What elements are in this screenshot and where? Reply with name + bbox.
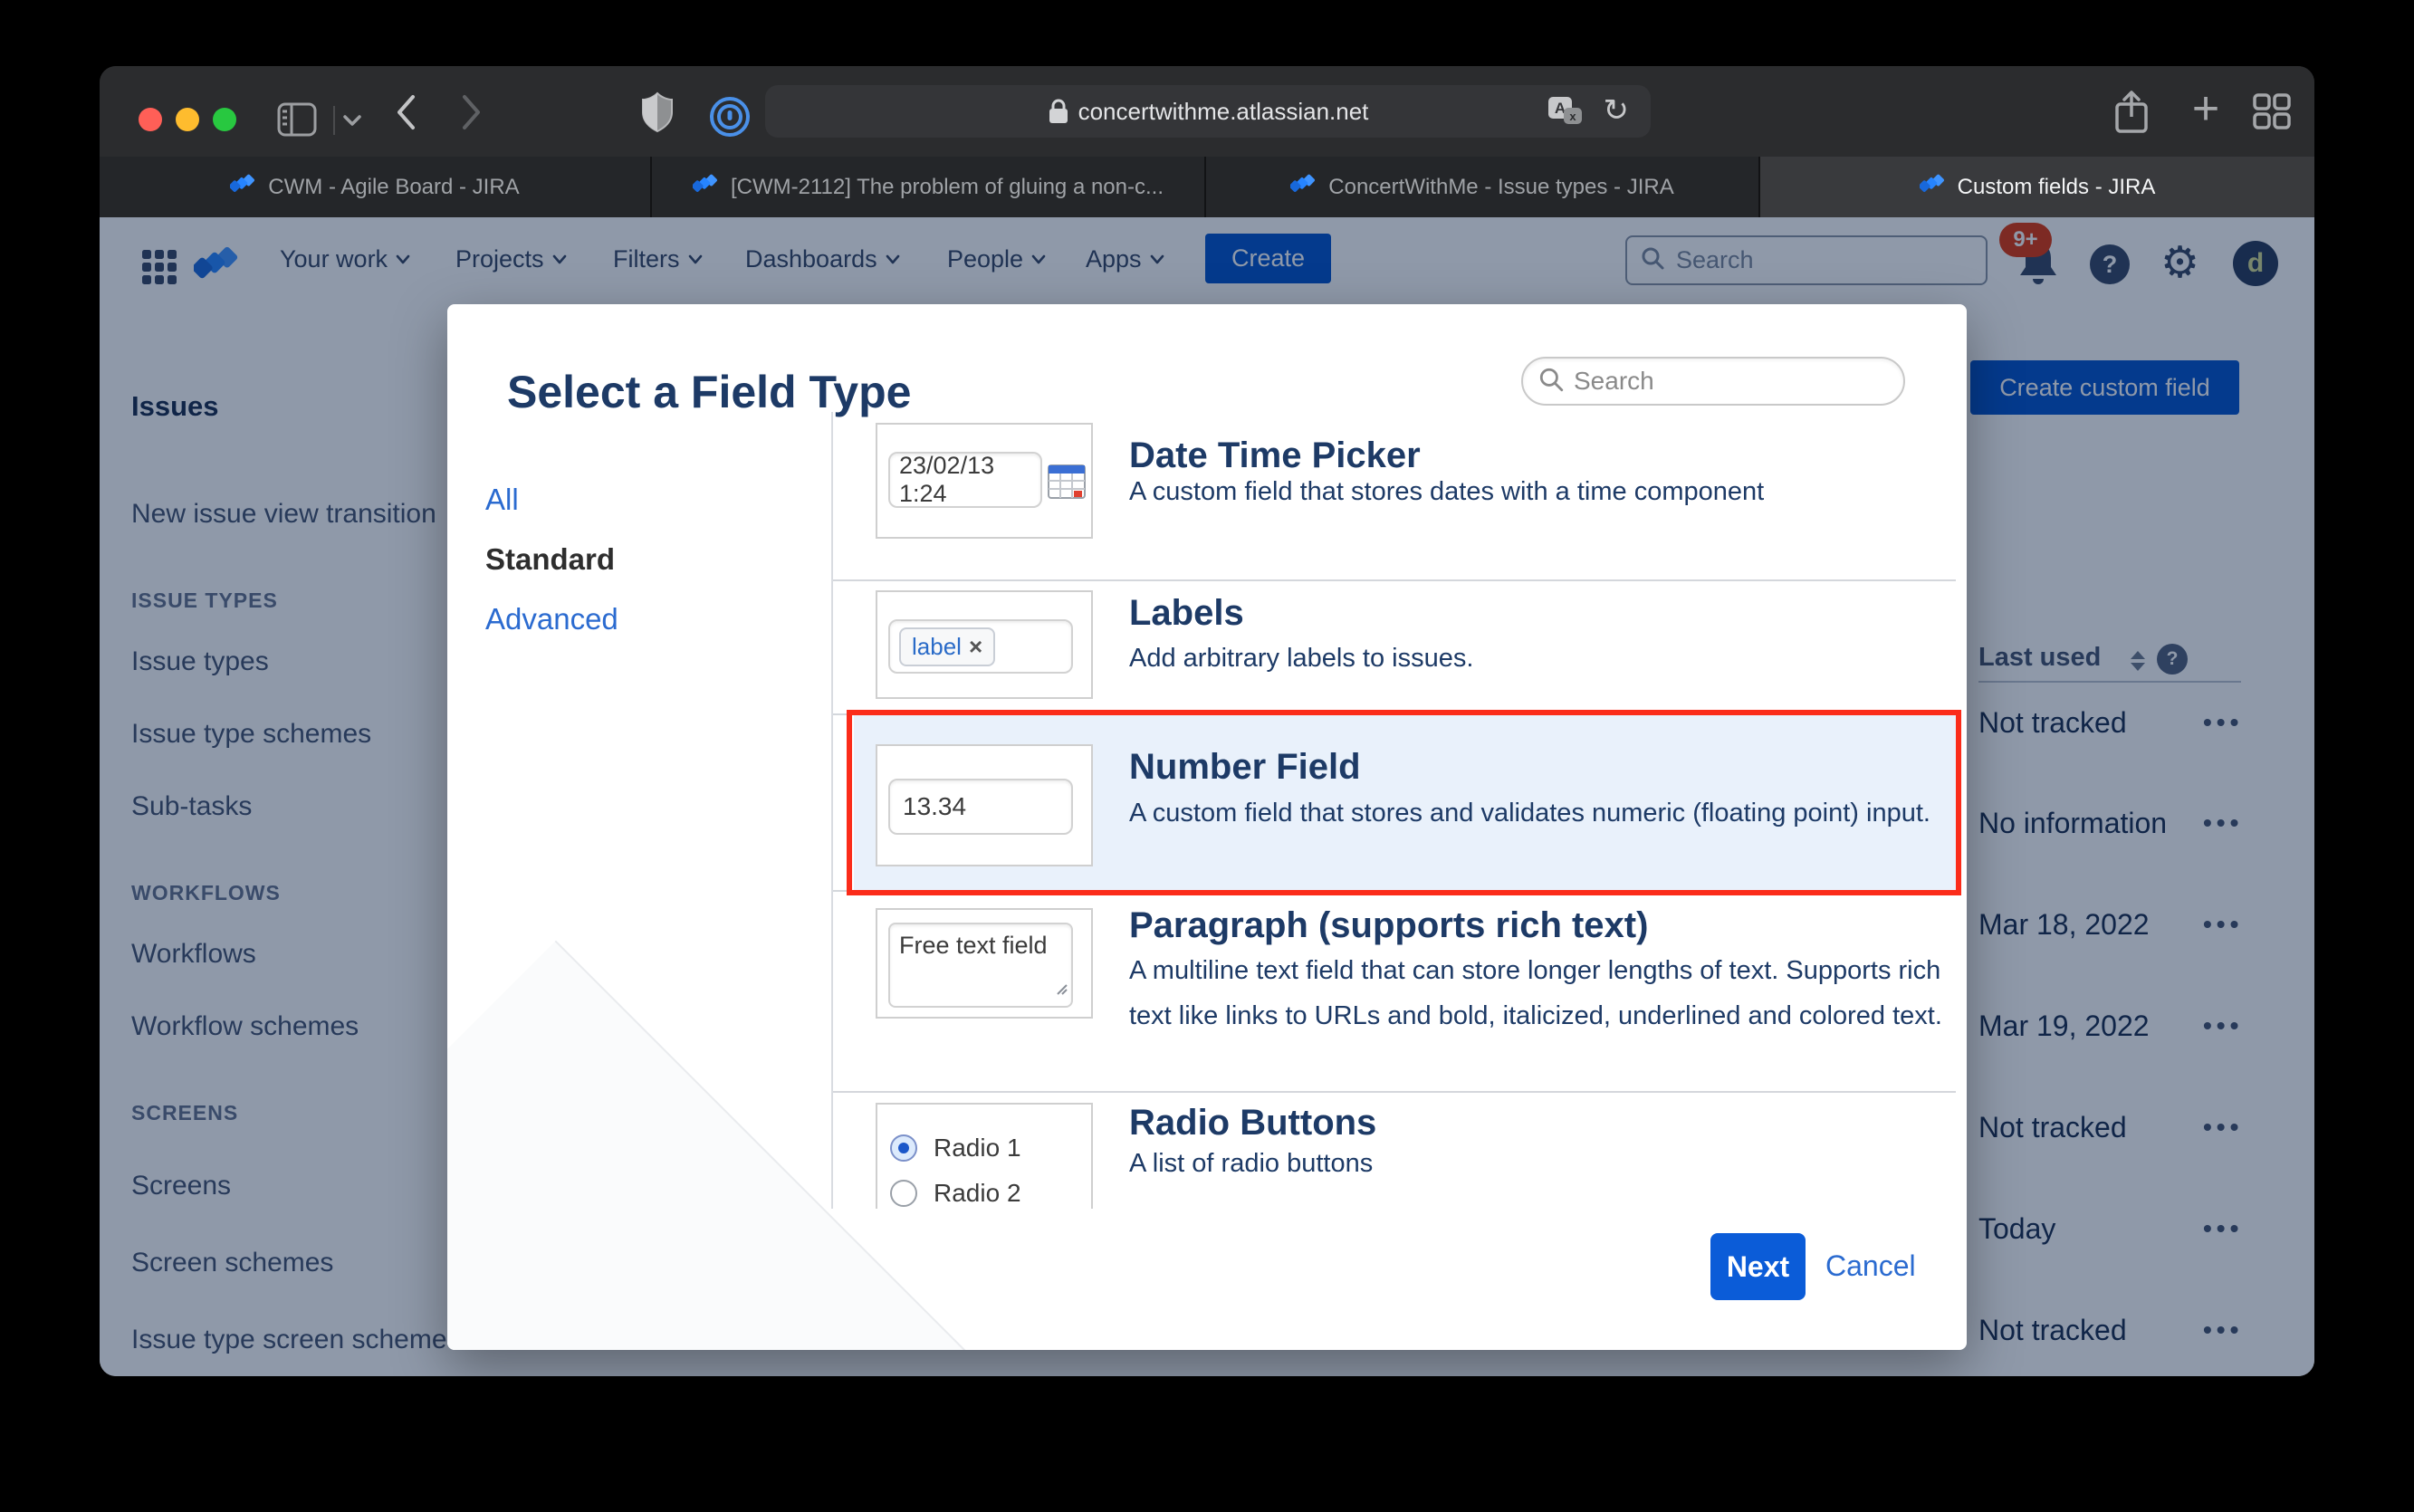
minimize-window-button[interactable] <box>176 108 199 131</box>
tab-strip: CWM - Agile Board - JIRA [CWM-2112] The … <box>100 157 2314 217</box>
field-type-row-radio-buttons[interactable]: Radio 1 Radio 2 Radio Buttons A list of … <box>833 1091 1956 1209</box>
paragraph-text: Free text field <box>899 932 1048 959</box>
radio-option: Radio 1 <box>890 1134 1021 1163</box>
url-bar[interactable]: concertwithme.atlassian.net Ax ↻ <box>765 85 1651 138</box>
field-type-title: Paragraph (supports rich text) <box>1129 902 1648 949</box>
modal-nav-standard[interactable]: Standard <box>485 541 615 578</box>
date-time-input: 23/02/13 1:24 <box>888 452 1042 508</box>
number-input: 13.34 <box>888 779 1073 835</box>
paragraph-textarea: Free text field <box>888 923 1073 1008</box>
jira-favicon <box>693 172 718 202</box>
url-text: concertwithme.atlassian.net <box>1078 98 1369 126</box>
jira-favicon <box>230 172 255 202</box>
privacy-shield-icon[interactable] <box>641 91 674 133</box>
labels-input: label × <box>888 619 1073 674</box>
modal-search[interactable] <box>1521 357 1905 406</box>
modal-nav-advanced[interactable]: Advanced <box>485 601 618 637</box>
tab-cwm-agile-board[interactable]: CWM - Agile Board - JIRA <box>100 157 650 217</box>
reload-icon[interactable]: ↻ <box>1604 92 1630 129</box>
chrome-divider <box>333 106 335 135</box>
modal-title: Select a Field Type <box>507 366 911 418</box>
modal-nav-all[interactable]: All <box>485 482 519 518</box>
tab-label: ConcertWithMe - Issue types - JIRA <box>1328 175 1673 200</box>
date-time-preview: 23/02/13 1:24 <box>876 423 1093 539</box>
number-value: 13.34 <box>903 792 966 821</box>
jira-favicon <box>1290 172 1316 202</box>
remove-tag-icon: × <box>969 633 982 661</box>
forward-icon[interactable] <box>460 93 484 131</box>
radio-preview: Radio 1 Radio 2 <box>876 1103 1093 1209</box>
field-type-description: A list of radio buttons <box>1129 1141 1373 1186</box>
cancel-button[interactable]: Cancel <box>1825 1249 1916 1283</box>
field-type-title: Number Field <box>1129 743 1361 790</box>
labels-preview: label × <box>876 590 1093 699</box>
search-icon <box>1537 366 1565 397</box>
password-manager-icon[interactable] <box>708 95 752 139</box>
field-type-row-number-field[interactable]: 13.34 Number Field A custom field that s… <box>833 713 1956 892</box>
radio-option-label: Radio 1 <box>934 1134 1021 1163</box>
tab-label: [CWM-2112] The problem of gluing a non-c… <box>731 175 1164 200</box>
field-type-description: A custom field that stores and validates… <box>1129 790 1956 836</box>
back-icon[interactable] <box>394 93 417 131</box>
tab-label: CWM - Agile Board - JIRA <box>268 175 519 200</box>
tab-overview-icon[interactable] <box>2253 93 2291 129</box>
field-type-row-date-time-picker[interactable]: 23/02/13 1:24 Date Time Picker A custom … <box>833 412 1956 579</box>
date-time-value: 23/02/13 1:24 <box>899 452 1040 508</box>
radio-unselected-icon <box>890 1180 917 1207</box>
jira-page: Your work Projects Filters Dashboards Pe… <box>100 217 2314 1376</box>
radio-option: Radio 2 <box>890 1179 1021 1208</box>
paragraph-preview: Free text field <box>876 908 1093 1019</box>
field-type-title: Radio Buttons <box>1129 1099 1376 1146</box>
field-type-list: 23/02/13 1:24 Date Time Picker A custom … <box>831 412 1956 1209</box>
share-icon[interactable] <box>2113 90 2150 135</box>
label-tag-text: label <box>912 633 962 661</box>
svg-text:x: x <box>1569 110 1576 123</box>
jira-favicon <box>1920 172 1945 202</box>
radio-option-label: Radio 2 <box>934 1179 1021 1208</box>
next-button[interactable]: Next <box>1710 1233 1806 1300</box>
sidebar-toggle-icon[interactable] <box>277 102 317 137</box>
field-type-row-paragraph[interactable]: Free text field Paragraph (supports rich… <box>833 892 1956 1091</box>
tab-cwm-2112[interactable]: [CWM-2112] The problem of gluing a non-c… <box>650 157 1204 217</box>
field-type-row-labels[interactable]: label × Labels Add arbitrary labels to i… <box>833 579 1956 713</box>
select-field-type-modal: Select a Field Type All Standard Advance… <box>447 304 1967 1350</box>
field-type-description: Add arbitrary labels to issues. <box>1129 636 1473 681</box>
modal-search-input[interactable] <box>1574 367 1845 396</box>
calendar-icon <box>1048 463 1086 503</box>
field-type-description: A multiline text field that can store lo… <box>1129 948 1956 1038</box>
close-window-button[interactable] <box>139 108 162 131</box>
number-preview: 13.34 <box>876 744 1093 866</box>
browser-window: concertwithme.atlassian.net Ax ↻ + CWM -… <box>100 66 2314 1376</box>
radio-selected-icon <box>890 1134 917 1162</box>
field-type-description: A custom field that stores dates with a … <box>1129 469 1764 514</box>
resize-handle-icon <box>1054 972 1068 1003</box>
new-tab-icon[interactable]: + <box>2179 82 2233 137</box>
translate-icon[interactable]: Ax <box>1547 96 1584 129</box>
lock-icon <box>1048 98 1069 125</box>
tab-issue-types[interactable]: ConcertWithMe - Issue types - JIRA <box>1204 157 1758 217</box>
chevron-down-icon[interactable] <box>342 113 362 128</box>
tab-label: Custom fields - JIRA <box>1958 175 2156 200</box>
field-type-title: Labels <box>1129 589 1244 636</box>
tab-custom-fields[interactable]: Custom fields - JIRA <box>1758 157 2314 217</box>
label-tag: label × <box>899 627 995 666</box>
zoom-window-button[interactable] <box>213 108 236 131</box>
browser-chrome-bar: concertwithme.atlassian.net Ax ↻ + <box>100 66 2314 157</box>
